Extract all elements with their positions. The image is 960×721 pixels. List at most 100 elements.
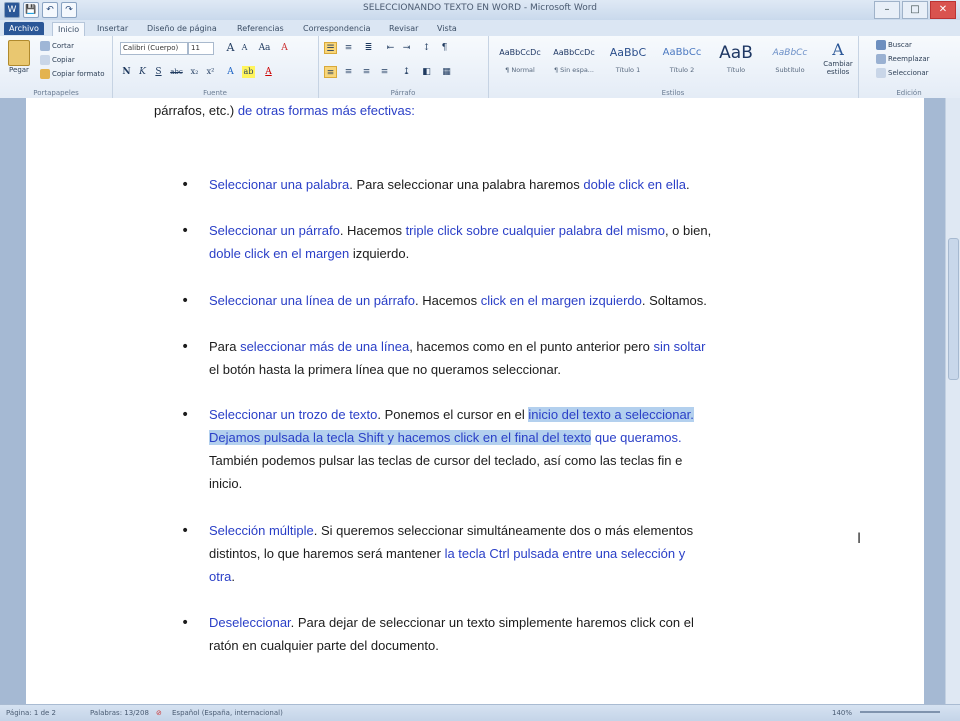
paragraph-line[interactable]: ratón en cualquier parte del documento. xyxy=(209,637,439,655)
copy-button[interactable]: Copiar xyxy=(40,55,75,65)
paragraph-group: ☰ ≡ ≣ ⇤ ⇥ ↕ ¶ ≡ ≡ ≡ ≡ ↨ ◧ ▦ Párrafo xyxy=(318,36,489,98)
tab-review[interactable]: Revisar xyxy=(384,22,423,35)
grow-font-button[interactable]: A xyxy=(224,42,237,54)
bold-button[interactable]: N xyxy=(120,66,133,78)
underline-button[interactable]: S xyxy=(152,66,165,78)
scrollbar-thumb[interactable] xyxy=(948,238,959,380)
zoom-slider[interactable] xyxy=(860,711,940,713)
text-run: . xyxy=(231,569,236,584)
format-painter-button[interactable]: Copiar formato xyxy=(40,69,105,79)
scissors-icon xyxy=(40,41,50,51)
font-group-label: Fuente xyxy=(203,89,227,97)
text-run: Seleccionar un trozo de texto xyxy=(209,407,378,422)
find-button[interactable]: Buscar xyxy=(876,40,912,50)
cut-button[interactable]: Cortar xyxy=(40,41,74,51)
language-indicator[interactable]: Español (España, internacional) xyxy=(172,709,283,717)
paste-button[interactable]: Pegar xyxy=(6,40,32,74)
paragraph-line[interactable]: inicio. xyxy=(209,475,242,493)
paragraph-line[interactable]: el botón hasta la primera línea que no q… xyxy=(209,361,561,379)
intro-line[interactable]: párrafos, etc.) de otras formas más efec… xyxy=(154,102,415,120)
bullets-icon[interactable]: ☰ xyxy=(324,42,337,54)
paragraph-line[interactable]: Para seleccionar más de una línea, hacem… xyxy=(209,338,705,356)
binoculars-icon xyxy=(876,40,886,50)
paragraph-line[interactable]: doble click en el margen izquierdo. xyxy=(209,245,409,263)
vertical-scrollbar[interactable] xyxy=(945,98,960,704)
align-center-icon[interactable]: ≡ xyxy=(342,66,355,78)
tab-view[interactable]: Vista xyxy=(432,22,462,35)
change-styles-button[interactable]: A Cambiar estilos xyxy=(822,40,854,76)
align-right-icon[interactable]: ≡ xyxy=(360,66,373,78)
style-heading-2[interactable]: AaBbCc Título 2 xyxy=(656,40,708,82)
select-button[interactable]: Seleccionar xyxy=(876,68,929,78)
tab-home[interactable]: Inicio xyxy=(52,22,86,36)
text-run: otra xyxy=(209,569,232,584)
paragraph-line[interactable]: Deseleccionar. Para dejar de seleccionar… xyxy=(209,614,694,632)
text-run: Seleccionar un párrafo xyxy=(209,223,340,238)
style-title[interactable]: AaB Título xyxy=(710,40,762,82)
minimize-button[interactable]: – xyxy=(874,1,900,19)
style-name: Subtítulo xyxy=(775,66,805,74)
paragraph-line[interactable]: Seleccionar un trozo de texto. Ponemos e… xyxy=(209,406,694,424)
text-run: click en el margen izquierdo xyxy=(480,293,642,308)
style-normal[interactable]: AaBbCcDc ¶ Normal xyxy=(494,40,546,82)
style-preview: AaBbCc xyxy=(662,47,702,58)
style-no-spacing[interactable]: AaBbCcDc ¶ Sin espa... xyxy=(548,40,600,82)
decrease-indent-icon[interactable]: ⇤ xyxy=(384,42,397,54)
font-size-select[interactable]: 11 xyxy=(188,42,214,55)
paragraph-line[interactable]: otra. xyxy=(209,568,235,586)
subscript-button[interactable]: x₂ xyxy=(188,66,201,78)
maximize-button[interactable]: □ xyxy=(902,1,928,19)
paragraph-line[interactable]: Seleccionar una línea de un párrafo. Hac… xyxy=(209,292,707,310)
show-marks-icon[interactable]: ¶ xyxy=(438,42,451,54)
shrink-font-button[interactable]: A xyxy=(238,42,251,54)
borders-icon[interactable]: ▦ xyxy=(440,66,453,78)
text-run: Para xyxy=(209,339,241,354)
paragraph-line[interactable]: Seleccionar un párrafo. Hacemos triple c… xyxy=(209,222,711,240)
shading-icon[interactable]: ◧ xyxy=(420,66,433,78)
increase-indent-icon[interactable]: ⇥ xyxy=(400,42,413,54)
clear-format-icon[interactable]: A xyxy=(278,42,291,54)
text-run: triple click sobre cualquier palabra del… xyxy=(405,223,665,238)
justify-icon[interactable]: ≡ xyxy=(378,66,391,78)
paragraph-line[interactable]: También podemos pulsar las teclas de cur… xyxy=(209,452,682,470)
text-run: También podemos pulsar las teclas de cur… xyxy=(209,453,683,468)
paste-label: Pegar xyxy=(9,66,29,74)
font-name-select[interactable]: Calibri (Cuerpo) xyxy=(120,42,188,55)
paragraph-line[interactable]: distintos, lo que haremos será mantener … xyxy=(209,545,685,563)
superscript-button[interactable]: x² xyxy=(204,66,217,78)
font-color-button[interactable]: A xyxy=(262,66,275,78)
style-name: ¶ Normal xyxy=(505,66,535,74)
tab-mailings[interactable]: Correspondencia xyxy=(298,22,375,35)
multilevel-list-icon[interactable]: ≣ xyxy=(362,42,375,54)
numbering-icon[interactable]: ≡ xyxy=(342,42,355,54)
highlight-button[interactable]: ab xyxy=(242,66,255,78)
paragraph-line[interactable]: Dejamos pulsada la tecla Shift y hacemos… xyxy=(209,429,682,447)
tab-references[interactable]: Referencias xyxy=(232,22,289,35)
style-heading-1[interactable]: AaBbC Título 1 xyxy=(602,40,654,82)
tab-insert[interactable]: Insertar xyxy=(92,22,133,35)
paragraph-line[interactable]: Seleccionar una palabra. Para selecciona… xyxy=(209,176,690,194)
close-button[interactable]: ✕ xyxy=(930,1,956,19)
text-run: que queramos. xyxy=(591,430,682,445)
sort-icon[interactable]: ↕ xyxy=(420,42,433,54)
intro-blue: de otras formas más efectivas: xyxy=(237,103,415,118)
replace-button[interactable]: Reemplazar xyxy=(876,54,930,64)
styles-group: AaBbCcDc ¶ Normal AaBbCcDc ¶ Sin espa...… xyxy=(488,36,859,98)
paragraph-line[interactable]: Selección múltiple. Si queremos seleccio… xyxy=(209,522,693,540)
italic-button[interactable]: K xyxy=(136,66,149,78)
style-subtitle[interactable]: AaBbCc Subtítulo xyxy=(764,40,816,82)
word-count[interactable]: Palabras: 13/208 xyxy=(90,709,149,717)
align-left-icon[interactable]: ≡ xyxy=(324,66,337,78)
bullet-icon: • xyxy=(181,223,190,239)
line-spacing-icon[interactable]: ↨ xyxy=(400,66,413,78)
tab-file[interactable]: Archivo xyxy=(4,22,44,35)
page-count[interactable]: Página: 1 de 2 xyxy=(6,709,56,717)
clipboard-group: Pegar Cortar Copiar Copiar formato Porta… xyxy=(0,36,113,98)
change-case-button[interactable]: Aa xyxy=(258,42,271,54)
style-name: Título 1 xyxy=(615,66,641,74)
text-effects-icon[interactable]: A xyxy=(224,66,237,78)
strikethrough-button[interactable]: abc xyxy=(170,66,183,78)
proofing-icon[interactable]: ⊘ xyxy=(156,709,162,717)
tab-page-layout[interactable]: Diseño de página xyxy=(142,22,222,35)
zoom-level[interactable]: 140% xyxy=(832,709,852,717)
